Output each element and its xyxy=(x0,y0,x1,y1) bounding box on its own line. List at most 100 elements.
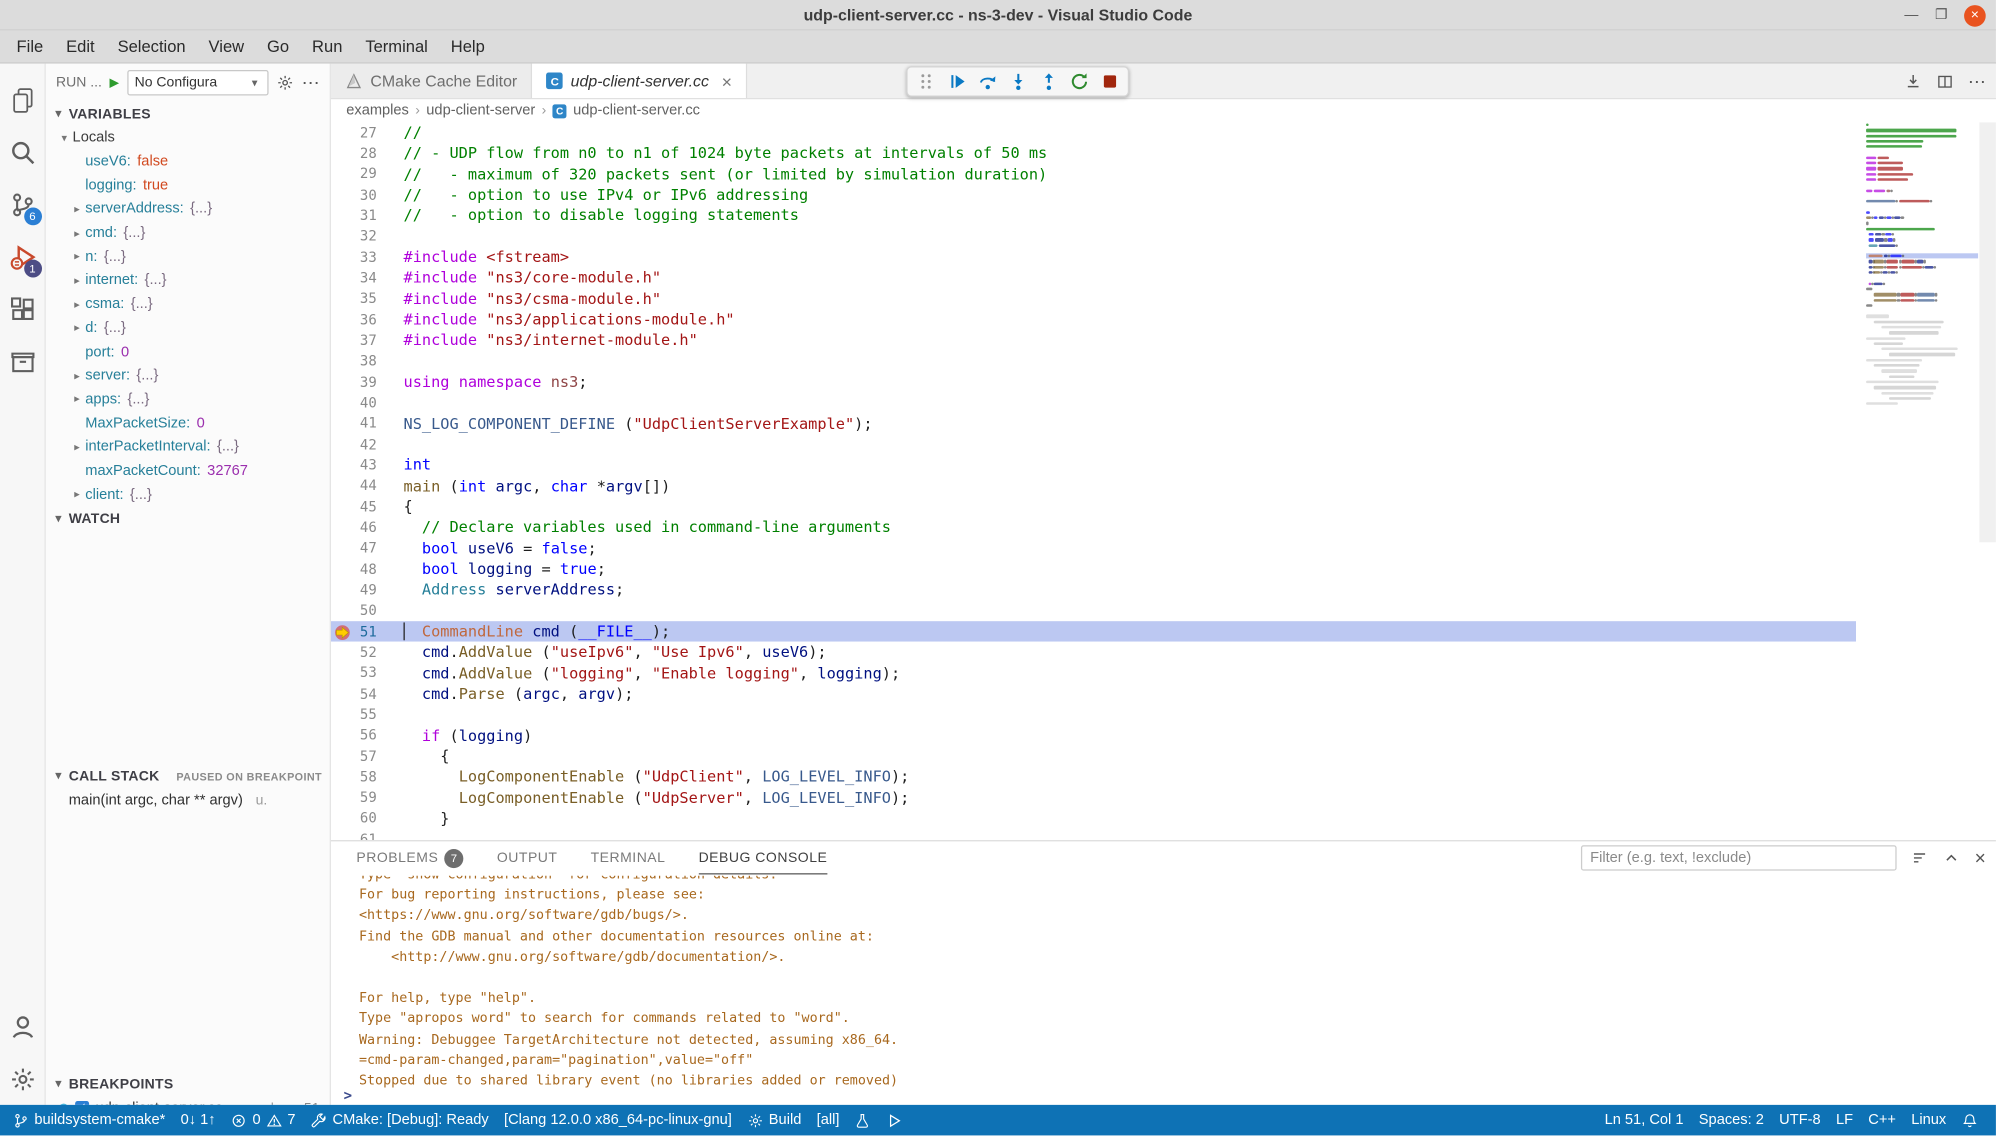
code-line-44[interactable]: 44main (int argc, char *argv[]) xyxy=(331,476,1996,497)
console-filter-input[interactable] xyxy=(1581,845,1897,870)
line-number[interactable]: 55 xyxy=(331,706,377,723)
line-number[interactable]: 56 xyxy=(331,727,377,744)
code-line-28[interactable]: 28// - UDP flow from n0 to n1 of 1024 by… xyxy=(331,143,1996,164)
stop-button[interactable] xyxy=(1096,69,1123,94)
callstack-header[interactable]: ▾ CALL STACK PAUSED ON BREAKPOINT xyxy=(46,764,330,788)
breadcrumb-item[interactable]: udp-client-server xyxy=(426,103,535,118)
line-number[interactable]: 28 xyxy=(331,145,377,162)
chevron-right-icon[interactable]: ▸ xyxy=(69,440,86,454)
line-number[interactable]: 59 xyxy=(331,789,377,806)
more-actions-icon[interactable]: ⋯ xyxy=(1968,71,1986,93)
stack-frame[interactable]: main(int argc, char ** argv) u. xyxy=(46,788,330,812)
close-panel-icon[interactable]: × xyxy=(1975,847,1986,869)
code-line-30[interactable]: 30// - option to use IPv4 or IPv6 addres… xyxy=(331,185,1996,206)
chevron-right-icon[interactable]: ▸ xyxy=(69,321,86,335)
code-line-32[interactable]: 32 xyxy=(331,226,1996,247)
breadcrumb-item[interactable]: examples xyxy=(346,103,409,118)
console-lines-icon[interactable] xyxy=(1911,849,1929,867)
language-status[interactable]: C++ xyxy=(1861,1105,1904,1136)
variable-row[interactable]: ▸serverAddress:{...} xyxy=(46,197,330,221)
chevron-right-icon[interactable]: ▸ xyxy=(69,250,86,264)
more-actions-icon[interactable]: ⋯ xyxy=(302,72,320,94)
variable-row[interactable]: maxPacketCount:32767 xyxy=(46,459,330,483)
code-line-36[interactable]: 36#include "ns3/applications-module.h" xyxy=(331,309,1996,330)
code-line-54[interactable]: 54 cmd.Parse (argc, argv); xyxy=(331,683,1996,704)
close-window-icon[interactable]: × xyxy=(1964,4,1986,26)
code-line-47[interactable]: 47 bool useV6 = false; xyxy=(331,538,1996,559)
menu-item-file[interactable]: File xyxy=(5,33,55,60)
line-number[interactable]: 61 xyxy=(331,831,377,840)
chevron-right-icon[interactable]: ▸ xyxy=(69,202,86,216)
chevron-right-icon[interactable]: ▸ xyxy=(69,274,86,288)
minimap[interactable] xyxy=(1866,122,1978,406)
chevron-right-icon[interactable]: ▸ xyxy=(69,393,86,407)
code-line-33[interactable]: 33#include <fstream> xyxy=(331,247,1996,268)
line-number[interactable]: 58 xyxy=(331,769,377,786)
step-out-button[interactable] xyxy=(1035,69,1062,94)
line-number[interactable]: 41 xyxy=(331,415,377,432)
line-number[interactable]: 40 xyxy=(331,394,377,411)
account-button[interactable] xyxy=(0,1000,45,1052)
code-line-49[interactable]: 49 Address serverAddress; xyxy=(331,579,1996,600)
code-line-59[interactable]: 59 LogComponentEnable ("UdpServer", LOG_… xyxy=(331,787,1996,808)
git-branch-status[interactable]: buildsystem-cmake* xyxy=(5,1105,173,1136)
line-number[interactable]: 34 xyxy=(331,270,377,287)
debug-settings-icon[interactable] xyxy=(276,74,294,92)
code-line-46[interactable]: 46 // Declare variables used in command-… xyxy=(331,517,1996,538)
menu-item-go[interactable]: Go xyxy=(256,33,301,60)
console-input-row[interactable]: > xyxy=(344,1086,352,1104)
code-editor[interactable]: 27//28// - UDP flow from n0 to n1 of 102… xyxy=(331,122,1996,840)
line-number[interactable]: 43 xyxy=(331,457,377,474)
debug-config-dropdown[interactable]: No Configura ▾ xyxy=(127,70,269,95)
sidebar-item-source-control[interactable]: 6 xyxy=(0,178,45,230)
settings-button[interactable] xyxy=(0,1053,45,1105)
sidebar-item-extensions[interactable] xyxy=(0,283,45,335)
code-line-41[interactable]: 41NS_LOG_COMPONENT_DEFINE ("UdpClientSer… xyxy=(331,413,1996,434)
code-line-42[interactable]: 42 xyxy=(331,434,1996,455)
step-into-button[interactable] xyxy=(1004,69,1031,94)
editor-scrollbar[interactable] xyxy=(1979,122,1996,542)
minimize-icon[interactable]: — xyxy=(1904,8,1918,22)
line-number[interactable]: 31 xyxy=(331,207,377,224)
code-line-56[interactable]: 56 if (logging) xyxy=(331,725,1996,746)
build-target[interactable]: [all] xyxy=(809,1105,847,1136)
line-number[interactable]: 27 xyxy=(331,124,377,141)
chevron-right-icon[interactable]: ▸ xyxy=(69,369,86,383)
code-line-37[interactable]: 37#include "ns3/internet-module.h" xyxy=(331,330,1996,351)
line-number[interactable]: 38 xyxy=(331,353,377,370)
menu-item-view[interactable]: View xyxy=(197,33,255,60)
code-line-45[interactable]: 45{ xyxy=(331,496,1996,517)
watch-header[interactable]: ▾ WATCH xyxy=(46,507,330,531)
menu-item-edit[interactable]: Edit xyxy=(55,33,106,60)
menu-item-terminal[interactable]: Terminal xyxy=(354,33,439,60)
code-line-50[interactable]: 50 xyxy=(331,600,1996,621)
variable-row[interactable]: logging:true xyxy=(46,174,330,198)
breakpoint-item[interactable]: ✓ udp-client-server.cc exampl... 51 xyxy=(46,1096,330,1105)
continue-button[interactable] xyxy=(943,69,970,94)
variable-row[interactable]: ▸cmd:{...} xyxy=(46,221,330,245)
variable-row[interactable]: ▸client:{...} xyxy=(46,483,330,507)
line-number[interactable]: 49 xyxy=(331,582,377,599)
code-line-58[interactable]: 58 LogComponentEnable ("UdpClient", LOG_… xyxy=(331,767,1996,788)
code-line-27[interactable]: 27// xyxy=(331,122,1996,143)
menu-item-help[interactable]: Help xyxy=(439,33,496,60)
variable-row[interactable]: ▸d:{...} xyxy=(46,316,330,340)
line-number[interactable]: 37 xyxy=(331,332,377,349)
download-icon[interactable] xyxy=(1904,73,1922,91)
launch-button[interactable] xyxy=(879,1105,911,1136)
variable-row[interactable]: ▸apps:{...} xyxy=(46,388,330,412)
line-number[interactable]: 36 xyxy=(331,311,377,328)
line-number[interactable]: 60 xyxy=(331,810,377,827)
split-editor-icon[interactable] xyxy=(1936,73,1954,91)
line-number[interactable]: 57 xyxy=(331,748,377,765)
line-number[interactable]: 29 xyxy=(331,166,377,183)
line-number[interactable]: 52 xyxy=(331,644,377,661)
debug-current-line-icon[interactable] xyxy=(333,622,351,640)
breakpoints-header[interactable]: ▾ BREAKPOINTS xyxy=(46,1072,330,1096)
menu-item-selection[interactable]: Selection xyxy=(106,33,197,60)
line-number[interactable]: 54 xyxy=(331,685,377,702)
variable-row[interactable]: ▾Locals xyxy=(46,126,330,150)
build-button[interactable]: Build xyxy=(740,1105,809,1136)
line-number[interactable]: 35 xyxy=(331,291,377,308)
line-number[interactable]: 33 xyxy=(331,249,377,266)
